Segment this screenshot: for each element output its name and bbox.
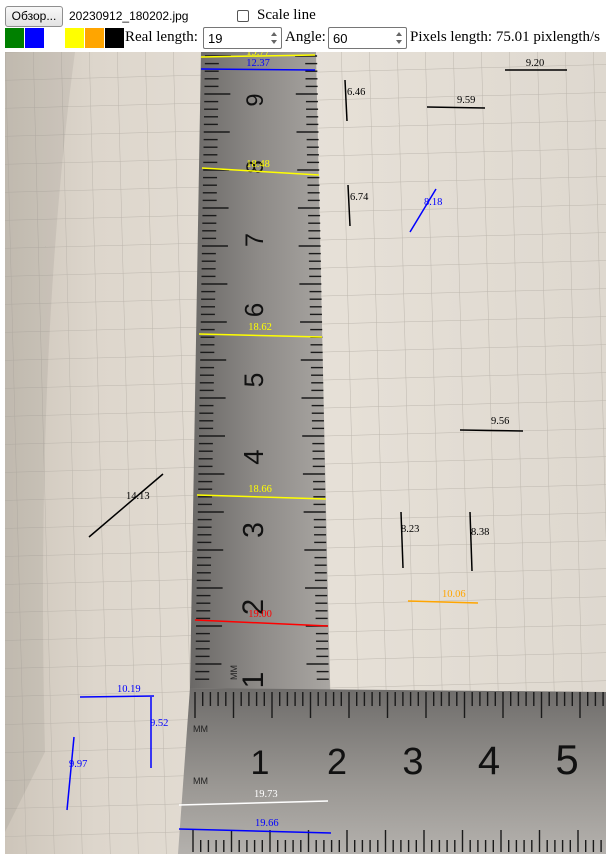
ruler-number: 3: [402, 741, 423, 783]
measurement-line[interactable]: [79, 695, 155, 698]
real-length-input[interactable]: 19: [203, 27, 282, 49]
measurement-label: 19.66: [255, 818, 279, 829]
ruler-number: 5: [239, 373, 269, 388]
measurement-label: 9.97: [69, 759, 87, 770]
color-swatch[interactable]: [25, 28, 44, 48]
measurement-label: 10.06: [442, 589, 466, 600]
measurement-label: 19.73: [254, 789, 278, 800]
measurement-label: 18.66: [248, 484, 272, 495]
pixels-length-readout: Pixels length: 75.01 pixlength/s: [410, 29, 600, 45]
ruler-number: 2: [327, 741, 347, 782]
measurement-label: 8.23: [401, 524, 419, 535]
color-swatch[interactable]: [85, 28, 104, 48]
ruler-unit-mm-left: MM: [193, 724, 208, 734]
color-swatch[interactable]: [45, 28, 64, 48]
color-swatch[interactable]: [105, 28, 124, 48]
angle-value: 60: [333, 31, 348, 46]
angle-spinner-icon[interactable]: [395, 31, 404, 45]
ruler-number: 4: [238, 449, 269, 464]
scale-line-checkbox[interactable]: [237, 10, 249, 22]
color-swatch[interactable]: [65, 28, 84, 48]
ruler-number: 7: [241, 233, 269, 247]
measurement-label: 9.52: [150, 718, 168, 729]
measurement-label: 8.18: [424, 197, 442, 208]
measurement-label: 9.20: [526, 58, 544, 69]
ruler-number: 3: [238, 522, 270, 538]
file-name: 20230912_180202.jpg: [69, 9, 189, 23]
ruler-number: 4: [478, 739, 500, 783]
real-length-spinner-icon[interactable]: [270, 31, 279, 45]
real-length-label: Real length:: [125, 29, 198, 45]
ruler-unit-mm-left-2: MM: [193, 776, 208, 786]
measurement-label: 9.59: [457, 95, 475, 106]
measurement-canvas[interactable]: 123456789 12345 MM MM MM 19.77 12.37 18.48…: [5, 47, 606, 854]
measurement-label: 8.38: [471, 527, 489, 538]
browse-button[interactable]: Обзор...: [5, 6, 63, 27]
measurement-line[interactable]: [459, 429, 524, 432]
measurement-label: 6.74: [350, 192, 369, 203]
measurement-label: 19.00: [248, 609, 272, 620]
measurement-label: 10.19: [117, 684, 141, 695]
ruler-number: 9: [243, 93, 269, 106]
measurement-line[interactable]: [426, 106, 486, 109]
measurement-line[interactable]: [200, 68, 316, 71]
measurement-label: 12.37: [246, 58, 270, 69]
photo-canvas-svg[interactable]: 123456789 12345 MM MM MM 19.7712.3718.48…: [5, 47, 606, 854]
ruler-number: 1: [251, 744, 270, 782]
measurement-label: 18.62: [248, 322, 272, 333]
ruler-number: 1: [237, 672, 270, 689]
angle-label: Angle:: [285, 29, 326, 45]
measurement-label: 9.56: [491, 416, 509, 427]
angle-input[interactable]: 60: [328, 27, 407, 49]
ruler-number: 6: [239, 303, 269, 317]
toolbar: Обзор... 20230912_180202.jpg Scale line …: [0, 0, 613, 52]
ruler-number: 5: [555, 736, 578, 783]
measurement-label: 14.13: [126, 491, 150, 502]
measurement-label: 6.46: [347, 87, 365, 98]
measurement-label: 18.48: [246, 159, 270, 170]
real-length-value: 19: [208, 31, 223, 46]
ruler-unit-mm-top: MM: [229, 665, 239, 680]
color-swatch[interactable]: [5, 28, 24, 48]
scale-line-label: Scale line: [257, 7, 316, 23]
